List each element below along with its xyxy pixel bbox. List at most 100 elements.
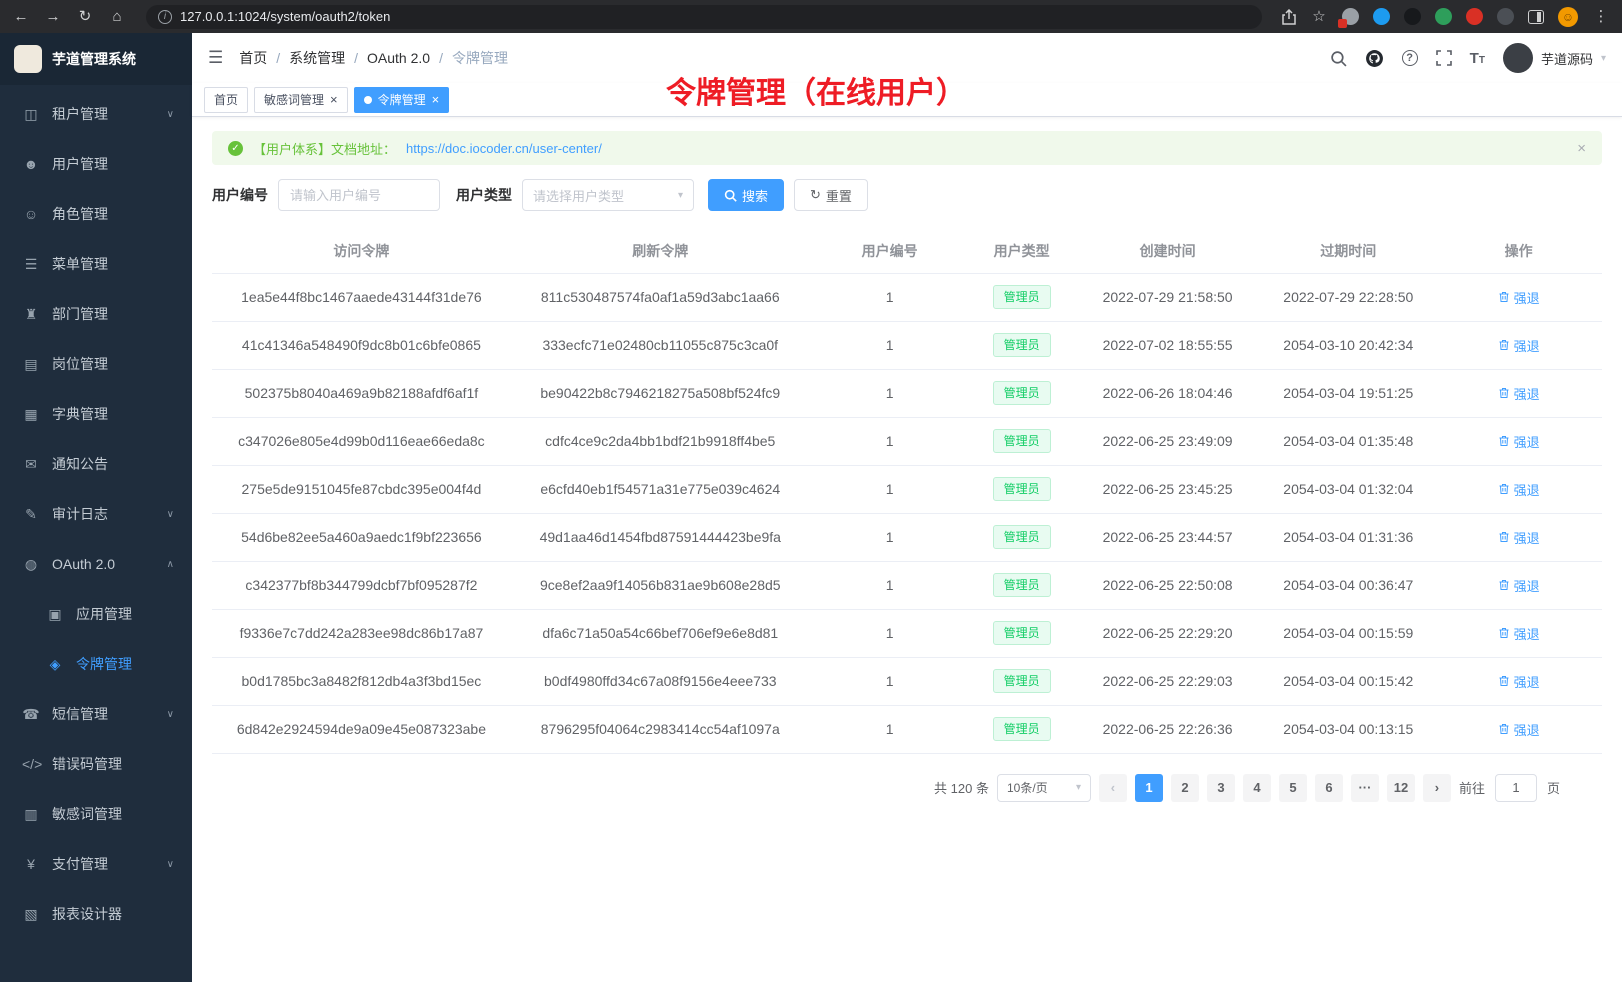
chevron-down-icon: ∨ <box>167 859 174 870</box>
sidebar-item-role[interactable]: ☺ 角色管理 <box>0 189 192 239</box>
sidebar-item-tenant[interactable]: ◫ 租户管理 ∨ <box>0 89 192 139</box>
post-icon: ▤ <box>22 356 40 373</box>
app-logo[interactable]: 芋道管理系统 <box>0 33 192 85</box>
side-panel-icon[interactable] <box>1528 10 1544 24</box>
sidebar-item-oauth2-app[interactable]: ▣ 应用管理 <box>0 589 192 639</box>
column-header: 用户类型 <box>970 229 1074 273</box>
tab-sensitive-word[interactable]: 敏感词管理 × <box>254 87 348 113</box>
error-code-icon: </> <box>22 756 40 772</box>
expire-time-cell: 2054-03-04 00:36:47 <box>1261 561 1435 609</box>
page-button-1[interactable]: 1 <box>1135 774 1163 802</box>
tab-token[interactable]: 令牌管理 × <box>354 87 450 113</box>
page-button-3[interactable]: 3 <box>1207 774 1235 802</box>
logo-image <box>14 45 42 73</box>
chevron-down-icon: ▾ <box>1076 782 1081 793</box>
dictionary-icon: ▦ <box>22 406 40 423</box>
extension-icon[interactable] <box>1373 8 1390 25</box>
page-button-2[interactable]: 2 <box>1171 774 1199 802</box>
force-logout-button[interactable]: 强退 <box>1498 624 1540 643</box>
extension-icon[interactable] <box>1404 8 1421 25</box>
profile-avatar-icon[interactable]: ☺ <box>1558 7 1578 27</box>
extension-icon[interactable] <box>1466 8 1483 25</box>
sidebar-item-oauth2[interactable]: ◍ OAuth 2.0 ∧ <box>0 539 192 589</box>
extension-icon[interactable] <box>1435 8 1452 25</box>
page-button-12[interactable]: 12 <box>1387 774 1415 802</box>
create-time-cell: 2022-06-25 22:29:20 <box>1074 609 1262 657</box>
sidebar-item-sensitive-word[interactable]: ▥ 敏感词管理 <box>0 789 192 839</box>
sidebar-item-menu[interactable]: ☰ 菜单管理 <box>0 239 192 289</box>
expire-time-cell: 2054-03-04 01:32:04 <box>1261 465 1435 513</box>
github-icon[interactable] <box>1365 49 1384 68</box>
force-logout-button[interactable]: 强退 <box>1498 480 1540 499</box>
home-icon[interactable]: ⌂ <box>108 9 126 24</box>
page-button-5[interactable]: 5 <box>1279 774 1307 802</box>
sidebar-item-audit-log[interactable]: ✎ 审计日志 ∨ <box>0 489 192 539</box>
page-more-button[interactable]: ··· <box>1351 774 1379 802</box>
table-row: f9336e7c7dd242a283ee98dc86b17a87 dfa6c71… <box>212 609 1602 657</box>
force-logout-button[interactable]: 强退 <box>1498 336 1540 355</box>
close-icon[interactable]: × <box>432 93 440 106</box>
address-bar[interactable]: i 127.0.0.1:1024/system/oauth2/token <box>146 5 1262 29</box>
back-icon[interactable]: ← <box>12 9 30 24</box>
force-logout-button[interactable]: 强退 <box>1498 672 1540 691</box>
column-header: 用户编号 <box>810 229 970 273</box>
search-icon[interactable] <box>1330 50 1347 67</box>
doc-link[interactable]: https://doc.iocoder.cn/user-center/ <box>406 141 602 156</box>
active-dot <box>364 96 372 104</box>
tab-home[interactable]: 首页 <box>204 87 248 113</box>
sidebar-item-post[interactable]: ▤ 岗位管理 <box>0 339 192 389</box>
info-icon[interactable]: i <box>158 10 172 24</box>
sidebar-item-pay[interactable]: ¥ 支付管理 ∨ <box>0 839 192 889</box>
font-size-icon[interactable]: TT <box>1470 50 1485 67</box>
page-button-6[interactable]: 6 <box>1315 774 1343 802</box>
user-menu[interactable]: 芋道源码 ▾ <box>1503 43 1606 73</box>
breadcrumb-item[interactable]: OAuth 2.0 <box>367 50 430 66</box>
user-id-input[interactable] <box>278 179 440 211</box>
expire-time-cell: 2054-03-04 01:35:48 <box>1261 417 1435 465</box>
user-type-select[interactable]: 请选择用户类型 ▾ <box>522 179 694 211</box>
bookmark-star-icon[interactable]: ☆ <box>1310 9 1328 24</box>
page-button-4[interactable]: 4 <box>1243 774 1271 802</box>
table-row: 6d842e2924594de9a09e45e087323abe 8796295… <box>212 705 1602 753</box>
access-token-cell: b0d1785bc3a8482f812db4a3f3bd15ec <box>212 657 511 705</box>
access-token-cell: c347026e805e4d99b0d116eae66eda8c <box>212 417 511 465</box>
close-icon[interactable]: × <box>330 93 338 106</box>
access-token-cell: 6d842e2924594de9a09e45e087323abe <box>212 705 511 753</box>
page-size-select[interactable]: 10条/页 ▾ <box>997 774 1091 802</box>
search-form: 用户编号 用户类型 请选择用户类型 ▾ 搜索 ↻ 重置 <box>212 179 1602 211</box>
sidebar-item-oauth2-token[interactable]: ◈ 令牌管理 <box>0 639 192 689</box>
notice-icon: ✉ <box>22 456 40 473</box>
breadcrumb-item[interactable]: 系统管理 <box>289 48 345 68</box>
extension-icon[interactable] <box>1342 8 1359 25</box>
next-page-button[interactable]: › <box>1423 774 1451 802</box>
user-id-label: 用户编号 <box>212 185 268 205</box>
breadcrumb-item[interactable]: 首页 <box>239 48 267 68</box>
force-logout-button[interactable]: 强退 <box>1498 384 1540 403</box>
reset-button[interactable]: ↻ 重置 <box>794 179 868 211</box>
goto-page-input[interactable] <box>1495 774 1537 802</box>
sidebar-item-sms[interactable]: ☎ 短信管理 ∨ <box>0 689 192 739</box>
chrome-menu-icon[interactable]: ⋮ <box>1592 9 1610 24</box>
sidebar-item-user[interactable]: ☻ 用户管理 <box>0 139 192 189</box>
extension-icon[interactable] <box>1497 8 1514 25</box>
forward-icon[interactable]: → <box>44 9 62 24</box>
prev-page-button[interactable]: ‹ <box>1099 774 1127 802</box>
fullscreen-icon[interactable] <box>1436 50 1452 66</box>
alert-close-icon[interactable]: × <box>1577 140 1586 157</box>
search-button[interactable]: 搜索 <box>708 179 784 211</box>
force-logout-button[interactable]: 强退 <box>1498 576 1540 595</box>
hamburger-icon[interactable]: ☰ <box>208 48 223 68</box>
sidebar-item-notice[interactable]: ✉ 通知公告 <box>0 439 192 489</box>
sidebar-item-dict[interactable]: ▦ 字典管理 <box>0 389 192 439</box>
share-icon[interactable] <box>1282 9 1296 25</box>
tabs-bar: 首页 敏感词管理 × 令牌管理 × <box>192 83 1622 117</box>
sidebar-item-error-code[interactable]: </> 错误码管理 <box>0 739 192 789</box>
help-icon[interactable]: ? <box>1402 50 1418 66</box>
sidebar-item-dept[interactable]: ♜ 部门管理 <box>0 289 192 339</box>
sidebar-item-report[interactable]: ▧ 报表设计器 <box>0 889 192 939</box>
force-logout-button[interactable]: 强退 <box>1498 288 1540 307</box>
force-logout-button[interactable]: 强退 <box>1498 528 1540 547</box>
force-logout-button[interactable]: 强退 <box>1498 720 1540 739</box>
refresh-icon[interactable]: ↻ <box>76 9 94 24</box>
force-logout-button[interactable]: 强退 <box>1498 432 1540 451</box>
